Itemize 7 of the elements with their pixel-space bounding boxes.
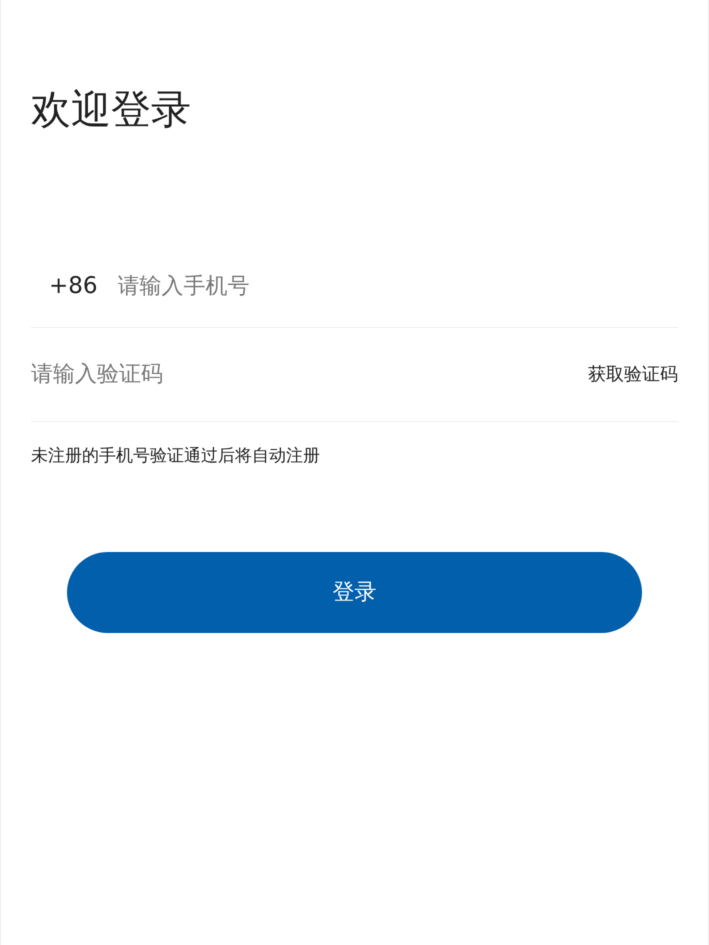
get-code-link[interactable]: 获取验证码 <box>588 361 678 388</box>
page-title: 欢迎登录 <box>31 86 191 135</box>
phone-input-field[interactable]: 请输入手机号 <box>118 270 678 303</box>
country-code[interactable]: +86 <box>49 269 98 304</box>
register-note: 未注册的手机号验证通过后将自动注册 <box>31 445 320 468</box>
login-button[interactable]: 登录 <box>67 552 642 632</box>
code-input-field[interactable]: 请输入验证码 <box>31 358 588 391</box>
